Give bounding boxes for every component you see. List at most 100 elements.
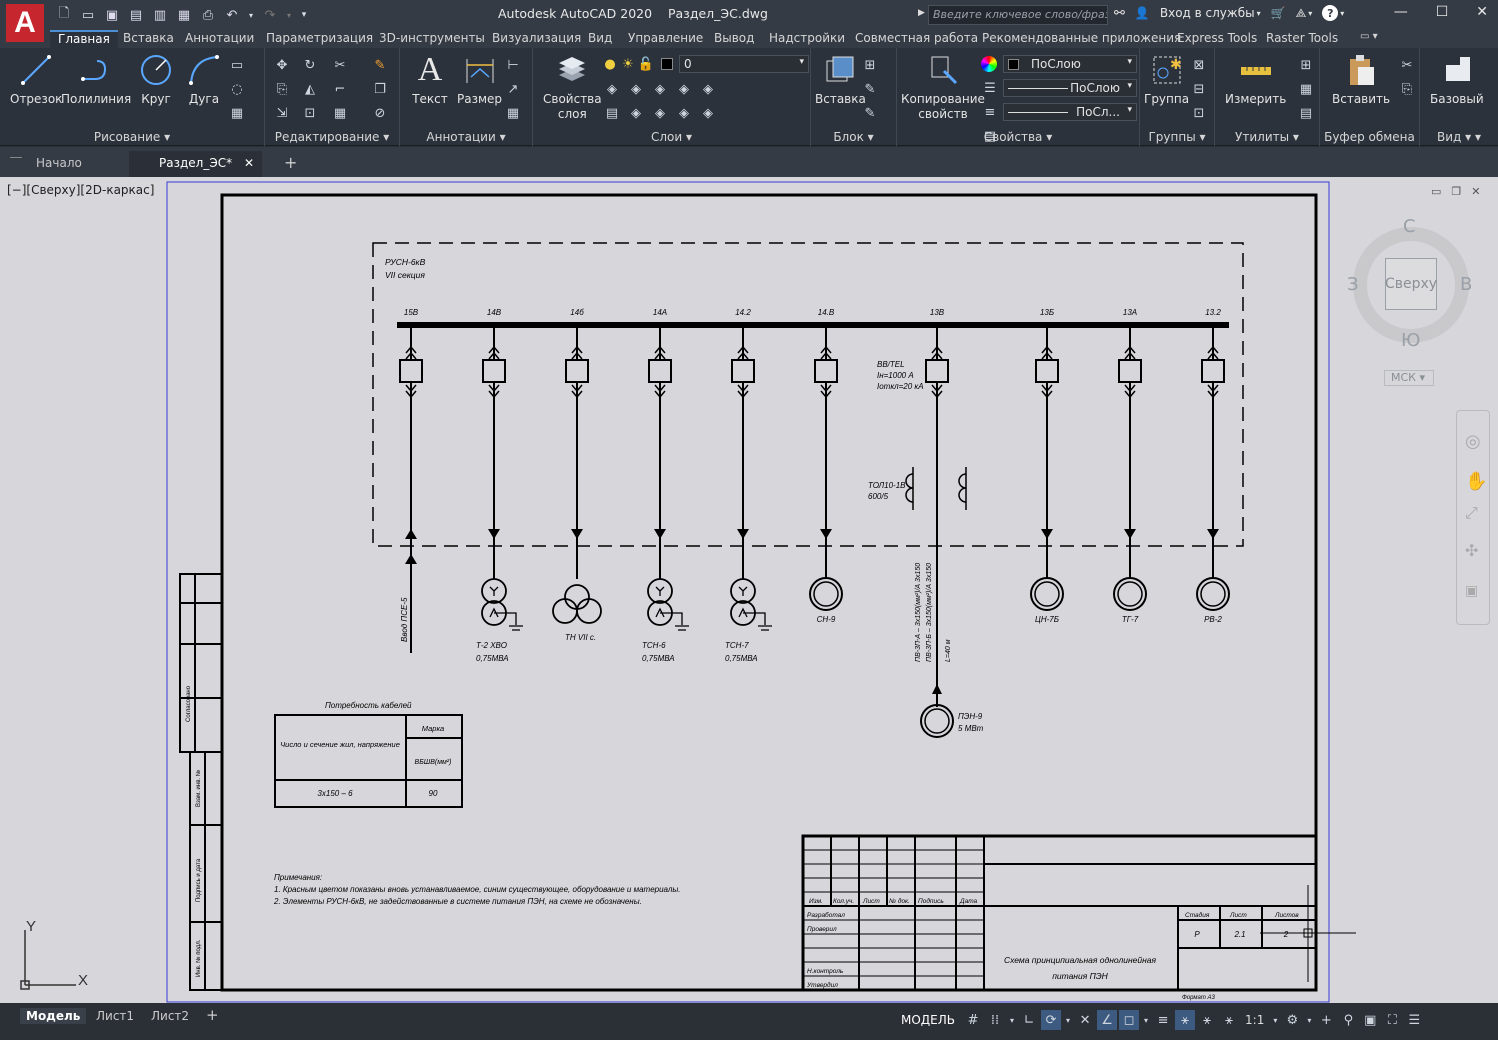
binoculars-icon[interactable]: ⚯ <box>1114 6 1125 21</box>
layer-tool-icon[interactable]: ◈ <box>675 104 693 122</box>
auto-scale-icon[interactable]: ⚹ <box>1197 1010 1217 1030</box>
offset-icon[interactable]: ⊘ <box>371 104 389 122</box>
insert-block-button[interactable]: Вставка <box>815 52 866 106</box>
panel-properties-title[interactable]: Свойства ▾ <box>897 130 1139 144</box>
rectangle-icon[interactable]: ▭ <box>228 56 246 74</box>
grid-icon[interactable]: # <box>963 1010 983 1030</box>
layer-tool-icon[interactable]: ◈ <box>627 80 645 98</box>
color-dropdown[interactable]: ПоСлою ▾ <box>1003 55 1137 73</box>
chevron-down-icon[interactable]: ▾ <box>1007 1010 1017 1030</box>
search-input[interactable]: Введите ключевое слово/фразу <box>928 5 1108 25</box>
redo-icon[interactable]: ↷ <box>260 5 280 25</box>
linetype-dropdown[interactable]: ПоСлою ▾ <box>1003 79 1137 97</box>
panel-annotation-title[interactable]: Аннотации ▾ <box>400 130 532 144</box>
edit-block-icon[interactable]: ✎ <box>861 80 879 98</box>
group-edit-icon[interactable]: ⊟ <box>1190 80 1208 98</box>
color-wheel-icon[interactable] <box>981 56 997 72</box>
tab-raster-tools[interactable]: Raster Tools <box>1266 31 1338 45</box>
customize-icon[interactable]: ☰ <box>1404 1010 1424 1030</box>
new-icon[interactable]: 🗋 <box>54 5 74 25</box>
mirror-icon[interactable]: ◭ <box>301 80 319 98</box>
panel-groups-title[interactable]: Группы ▾ <box>1140 130 1214 144</box>
tab-visualize[interactable]: Визуализация <box>492 31 581 45</box>
object-snap-tracking-icon[interactable]: ∠ <box>1097 1010 1118 1030</box>
panel-layers-title[interactable]: Слои ▾ <box>533 130 810 144</box>
isodraft-icon[interactable]: ✕ <box>1075 1010 1095 1030</box>
undo-icon[interactable]: ↶ <box>222 5 242 25</box>
workspace-gear-icon[interactable]: ⚙ <box>1282 1010 1302 1030</box>
search-expand-icon[interactable]: ▶ <box>918 8 925 18</box>
polar-icon[interactable]: ⟳ <box>1041 1010 1062 1030</box>
panel-clipboard-title[interactable]: Буфер обмена <box>1320 130 1419 144</box>
panel-draw-title[interactable]: Рисование ▾ <box>0 130 264 144</box>
viewport-close-icon[interactable]: ✕ <box>1471 185 1480 198</box>
annotation-visibility-icon[interactable]: ⚹ <box>1175 1010 1196 1030</box>
chevron-down-icon[interactable]: ▾ <box>1308 9 1312 18</box>
chevron-down-icon[interactable]: ▾ <box>1257 9 1261 18</box>
ribbon-minimize-icon[interactable]: ▭ ▾ <box>1360 31 1378 42</box>
lineweight-display-icon[interactable]: ≡ <box>1153 1010 1173 1030</box>
circle-button[interactable]: Круг <box>138 52 174 106</box>
tab-output[interactable]: Вывод <box>714 31 754 45</box>
tab-annotate[interactable]: Аннотации <box>185 31 254 45</box>
hardware-acceleration-icon[interactable]: ▣ <box>1360 1010 1380 1030</box>
tab-start[interactable]: Начало <box>6 151 112 177</box>
chevron-down-icon[interactable]: ▾ <box>1270 1010 1280 1030</box>
cart-icon[interactable]: 🛒 <box>1271 6 1286 20</box>
line-button[interactable]: Отрезок <box>10 52 62 106</box>
tab-3d-tools[interactable]: 3D-инструменты <box>379 31 485 45</box>
region-icon[interactable]: ▦ <box>228 104 246 122</box>
trim-icon[interactable]: ✂ <box>331 56 349 74</box>
a360-icon[interactable]: ⟁ <box>1296 6 1307 21</box>
annotation-scale-value[interactable]: 1:1 <box>1241 1013 1268 1027</box>
steering-wheel-icon[interactable]: ◎ <box>1465 431 1481 452</box>
layer-tool-icon[interactable]: ◈ <box>651 104 669 122</box>
panel-utilities-title[interactable]: Утилиты ▾ <box>1215 130 1319 144</box>
viewcube-face-top[interactable]: Сверху <box>1385 258 1437 310</box>
chevron-down-icon[interactable]: ▾ <box>1141 1010 1151 1030</box>
tab-featured-apps[interactable]: Рекомендованные приложения <box>982 31 1181 45</box>
scale-icon[interactable]: ⊡ <box>301 104 319 122</box>
open-web-icon[interactable]: ▥ <box>150 5 170 25</box>
showmotion-icon[interactable]: ▣ <box>1465 583 1478 599</box>
viewcube-west[interactable]: З <box>1347 274 1359 295</box>
redo-dropdown-icon[interactable]: ▾ <box>284 5 294 25</box>
customize-qat-icon[interactable]: ▾ <box>298 5 310 25</box>
isolate-objects-icon[interactable]: ⚲ <box>1338 1010 1358 1030</box>
viewcube-east[interactable]: В <box>1460 274 1472 295</box>
create-block-icon[interactable]: ⊞ <box>861 56 879 74</box>
panel-block-title[interactable]: Блок ▾ <box>811 130 896 144</box>
copy-clip-icon[interactable]: ⎘ <box>1398 80 1416 98</box>
layer-properties-button[interactable]: Свойства слоя <box>543 52 602 122</box>
save-as-icon[interactable]: ▤ <box>126 5 146 25</box>
tab-home[interactable]: Главная <box>50 30 118 48</box>
object-snap-icon[interactable]: ◻ <box>1119 1010 1140 1030</box>
base-view-button[interactable]: Базовый <box>1430 52 1484 106</box>
layer-tool-icon[interactable]: ◈ <box>699 80 717 98</box>
block-attribute-icon[interactable]: ✎ <box>861 104 879 122</box>
snap-icon[interactable]: ⁞⁞ <box>985 1010 1005 1030</box>
viewport-restore-icon[interactable]: ❐ <box>1451 185 1461 198</box>
viewport-minimize-icon[interactable]: ▭ <box>1431 185 1441 198</box>
zoom-icon[interactable]: ⤢ <box>1465 503 1478 523</box>
layer-dropdown[interactable]: 0 ▾ <box>679 55 809 73</box>
layer-tool-icon[interactable]: ◈ <box>627 104 645 122</box>
quick-select-icon[interactable]: ⊞ <box>1297 56 1315 74</box>
layer-tool-icon[interactable]: ◈ <box>603 80 621 98</box>
layer-tool-icon[interactable]: ◈ <box>651 80 669 98</box>
layout-tab-sheet2[interactable]: Лист2 <box>145 1008 195 1024</box>
cut-icon[interactable]: ✂ <box>1398 56 1416 74</box>
chevron-down-icon[interactable]: ▾ <box>1340 9 1344 18</box>
ucs-dropdown[interactable]: МСК ▾ <box>1384 370 1434 386</box>
clean-screen-icon[interactable]: ⛶ <box>1382 1010 1402 1030</box>
chevron-down-icon[interactable]: ▾ <box>1304 1010 1314 1030</box>
fillet-icon[interactable]: ⌐ <box>331 80 349 98</box>
undo-dropdown-icon[interactable]: ▾ <box>246 5 256 25</box>
tab-view[interactable]: Вид <box>588 31 612 45</box>
maximize-icon[interactable]: ☐ <box>1436 4 1449 20</box>
close-tab-icon[interactable]: ✕ <box>244 156 254 170</box>
id-point-icon[interactable]: ▤ <box>1297 104 1315 122</box>
layer-tool-icon[interactable]: ▤ <box>603 104 621 122</box>
rotate-icon[interactable]: ↻ <box>301 56 319 74</box>
layout-tab-model[interactable]: Модель <box>20 1008 87 1024</box>
